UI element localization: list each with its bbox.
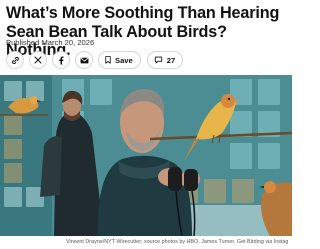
- share-email-button[interactable]: [75, 51, 93, 69]
- hero-illustration: [0, 75, 292, 236]
- copy-link-button[interactable]: [6, 51, 24, 69]
- email-icon: [80, 57, 88, 63]
- share-facebook-button[interactable]: [52, 51, 70, 69]
- share-x-button[interactable]: [29, 51, 47, 69]
- save-button[interactable]: Save: [98, 51, 141, 69]
- link-icon: [11, 56, 19, 64]
- x-logo-icon: [34, 56, 42, 64]
- facebook-icon: [59, 56, 64, 64]
- image-credit: Vincent Drayne/NYT Wirecutter; source ph…: [66, 239, 289, 245]
- comment-icon: [154, 56, 162, 64]
- hero-collage: [0, 75, 292, 236]
- bookmark-icon: [105, 56, 111, 64]
- published-date: Published March 20, 2026: [6, 38, 95, 47]
- share-toolbar: Save 27: [6, 51, 189, 69]
- comment-count: 27: [166, 55, 176, 65]
- comments-button[interactable]: 27: [146, 51, 184, 69]
- save-label: Save: [115, 55, 133, 65]
